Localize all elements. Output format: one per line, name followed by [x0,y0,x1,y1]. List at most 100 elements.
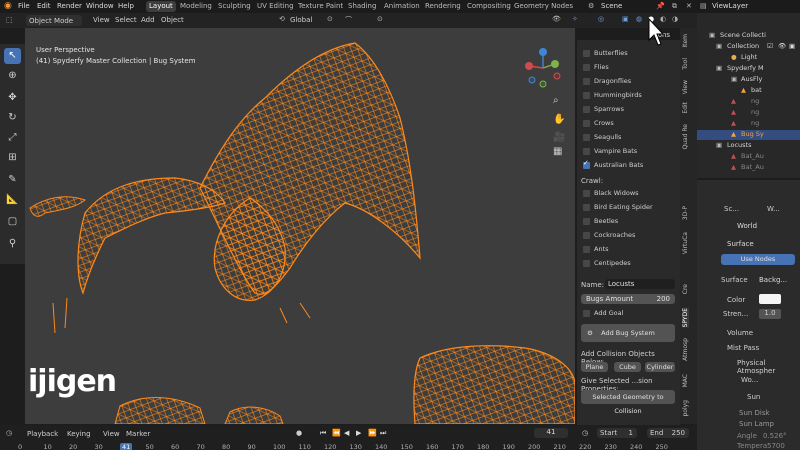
eye-icon[interactable]: 👁 [778,42,786,50]
checkbox-box[interactable] [583,259,590,267]
camera-icon[interactable]: 🎥 [553,132,565,143]
play-reverse-icon[interactable]: ◀ [344,429,349,437]
tab-3d-print[interactable]: 3D-P [682,206,689,220]
checkbox-box[interactable] [583,231,590,239]
checkbox-icon[interactable]: ☑ [767,42,773,50]
tab-modeling[interactable]: Modeling [177,1,215,12]
proportional-edit-icon[interactable]: ⊙ [377,15,383,23]
jump-start-icon[interactable]: ⏮ [320,429,326,438]
strength-value[interactable]: 1.0 [759,309,781,319]
tab-shading[interactable]: Shading [345,1,379,12]
tab-virtucam[interactable]: VirtuCa [682,232,689,254]
wireframe-shading-icon[interactable]: ◍ [636,15,642,23]
checkbox-seagulls[interactable]: Seagulls [583,133,621,141]
outliner-row[interactable]: ▲ ng [697,119,800,129]
menu-window[interactable]: Window [86,2,114,10]
sun-heading[interactable]: Sun [747,393,760,401]
checkbox-box[interactable] [583,91,590,99]
checkbox-cockroaches[interactable]: Cockroaches [583,231,635,239]
cube-button[interactable]: Cube [614,362,641,372]
checkbox-dragonflies[interactable]: Dragonflies [583,77,631,85]
menu-object[interactable]: Object [161,16,184,24]
checkbox-box[interactable] [583,147,590,155]
selected-to-collision-button[interactable]: Selected Geometry to Collision [581,390,675,415]
move-tool-icon[interactable]: ✥ [4,90,21,106]
menu-file[interactable]: File [18,2,30,10]
timeline-editor-icon[interactable]: ◷ [6,429,12,437]
scale-tool-icon[interactable]: ⤢ [4,130,21,146]
jump-end-icon[interactable]: ⏭ [380,429,386,438]
tab-quad-remesh[interactable]: Quad Re [682,124,689,150]
cursor-tool-icon[interactable]: ⊕ [4,68,21,84]
add-bug-system-button[interactable]: ⚙ Add Bug System [581,324,675,342]
overlay-icon[interactable]: ◎ [598,15,604,23]
zoom-icon[interactable]: ⌕ [553,95,559,106]
xray-icon[interactable]: ▣ [622,15,629,23]
playback-menu[interactable]: Playback [27,430,58,438]
close-icon[interactable]: ✕ [686,2,692,10]
outliner-row[interactable]: ▲ bat [697,86,800,96]
tab-view[interactable]: View [682,80,689,94]
surface-value[interactable]: Backg... [759,276,787,284]
outliner-row[interactable]: ▣ AusFly [697,75,800,85]
checkbox-box[interactable] [583,309,590,317]
snap-icon[interactable]: ⌒ [345,15,352,25]
outliner-row[interactable]: ● Light [697,53,800,63]
tab-geometry-nodes[interactable]: Geometry Nodes [511,1,576,12]
eyedropper-tool-icon[interactable]: ⚲ [4,236,21,252]
select-box-tool-icon[interactable]: ↖ [4,48,21,64]
view-menu[interactable]: View [103,430,120,438]
cylinder-button[interactable]: Cylinder [645,362,675,372]
mist-pass-heading[interactable]: Mist Pass [727,344,759,352]
tab-mac[interactable]: MAC [682,374,689,387]
pin-icon[interactable]: 📌 [656,2,665,10]
outliner-row[interactable]: ▣ Spyderfy M [697,64,800,74]
checkbox-add-goal[interactable]: Add Goal [583,309,623,317]
visibility-icon[interactable]: 👁 [552,15,561,23]
checkbox-box[interactable] [583,63,590,71]
world-datablock[interactable]: Wo... [741,376,758,384]
pan-hand-icon[interactable]: ✋ [553,114,565,125]
checkbox-black-widows[interactable]: Black Widows [583,189,639,197]
blender-logo-icon[interactable]: ◉ [4,1,12,11]
physical-atmosphere-heading[interactable]: Physical Atmospher [737,359,800,375]
transform-tool-icon[interactable]: ⊞ [4,150,21,166]
next-keyframe-icon[interactable]: ⏩ [368,429,377,437]
checkbox-ants[interactable]: Ants [583,245,609,253]
checkbox-sparrows[interactable]: Sparrows [583,105,624,113]
tab-tool[interactable]: Tool [682,58,689,70]
outliner-row[interactable]: ▲ Bat_Au [697,163,800,173]
temperature-value[interactable]: 5700 [767,442,785,450]
checkbox-flies[interactable]: Flies [583,63,609,71]
3d-viewport[interactable]: User Perspective (41) Spyderfy Master Co… [25,28,575,424]
editor-type-icon[interactable]: ⬚ [6,16,13,24]
current-frame-marker[interactable]: 41 [120,443,133,450]
checkbox-box[interactable] [583,77,590,85]
checkbox-box[interactable] [583,119,590,127]
outliner-row[interactable]: ▣ Collection ☑ 👁 ▣ [697,42,800,52]
view-layer-name[interactable]: ViewLayer [712,2,748,10]
outliner-row[interactable]: ▲ ng [697,97,800,107]
outliner-row[interactable]: ▲ Bat_Au [697,152,800,162]
rotate-tool-icon[interactable]: ↻ [4,110,21,126]
tab-spyderfy[interactable]: SPYDE [682,308,689,328]
tab-texture-paint[interactable]: Texture Paint [295,1,346,12]
marker-menu[interactable]: Marker [126,430,150,438]
menu-render[interactable]: Render [57,2,82,10]
scene-name[interactable]: Scene [601,2,622,10]
orientation-dropdown[interactable]: Global [290,16,312,24]
checkbox-butterflies[interactable]: Butterflies [583,49,628,57]
tab-uv-editing[interactable]: UV Editing [254,1,297,12]
checkbox-box[interactable] [583,245,590,253]
outliner-row[interactable]: ▣ Scene Collecti [697,31,800,41]
tab-create[interactable]: Cre [682,284,689,294]
measure-tool-icon[interactable]: 📐 [4,192,21,208]
checkbox-box[interactable] [583,217,590,225]
checkbox-bird-eating-spider[interactable]: Bird Eating Spider [583,203,653,211]
tab-edit[interactable]: Edit [682,102,689,114]
checkbox-vampire-bats[interactable]: Vampire Bats [583,147,637,155]
menu-help[interactable]: Help [118,2,134,10]
sun-disk-label[interactable]: Sun Disk [739,409,770,417]
add-cube-tool-icon[interactable]: ▢ [4,214,21,230]
pivot-icon[interactable]: ⊙ [327,15,333,23]
